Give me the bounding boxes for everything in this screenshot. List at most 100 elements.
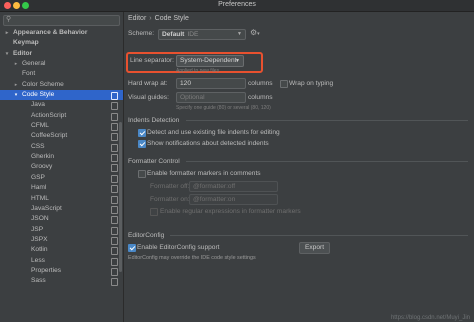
project-settings-icon xyxy=(111,143,118,152)
sidebar-item-label: General xyxy=(22,60,46,68)
hard-wrap-input[interactable]: 120 xyxy=(176,78,246,89)
detect-indents-label: Detect and use existing file indents for… xyxy=(147,129,280,136)
sidebar-item-sass[interactable]: Sass xyxy=(0,276,123,287)
sidebar-item-properties[interactable]: Properties xyxy=(0,266,123,276)
project-settings-icon xyxy=(111,123,118,132)
sidebar-item-label: JavaScript xyxy=(31,204,62,212)
sidebar-item-actionscript[interactable]: ActionScript xyxy=(0,111,123,121)
sidebar-item-label: Code Style xyxy=(22,91,55,99)
sidebar-item-label: Java xyxy=(31,101,45,109)
sidebar-item-coffeescript[interactable]: CoffeeScript xyxy=(0,131,123,142)
detect-indents-checkbox[interactable] xyxy=(138,129,146,137)
sidebar-item-label: CSS xyxy=(31,142,45,150)
sidebar-item-kotlin[interactable]: Kotlin xyxy=(0,245,123,256)
sidebar-item-appearance-behavior[interactable]: ▸ Appearance & Behavior xyxy=(0,28,123,38)
sidebar-item-gsp[interactable]: GSP xyxy=(0,173,123,183)
sidebar-item-jspx[interactable]: JSPX xyxy=(0,235,123,245)
project-settings-icon xyxy=(111,133,118,142)
sidebar-item-label: Haml xyxy=(31,184,47,192)
formatter-off-input[interactable]: @formatter:off xyxy=(189,181,278,192)
window-title: Preferences xyxy=(218,1,256,8)
notify-indents-label: Show notifications about detected indent… xyxy=(147,140,269,147)
sidebar-scrollbar[interactable] xyxy=(119,122,122,272)
editorconfig-note: EditorConfig may override the IDE code s… xyxy=(128,255,256,261)
sidebar-item-css[interactable]: CSS xyxy=(0,142,123,152)
line-separator-hint: Applied to new files xyxy=(176,68,220,74)
line-separator-label: Line separator: xyxy=(130,57,174,64)
sidebar-item-general[interactable]: ▸ General xyxy=(0,59,123,69)
settings-sidebar: ⚲ ▸ Appearance & Behavior Keymap ▾ Editor ▸ Ge… xyxy=(0,12,124,322)
wrap-on-typing-checkbox[interactable] xyxy=(280,80,288,88)
project-settings-icon xyxy=(111,247,118,256)
sidebar-item-haml[interactable]: Haml xyxy=(0,183,123,194)
watermark: https://blog.csdn.net/Muyi_Jin xyxy=(390,315,470,321)
editorconfig-checkbox[interactable] xyxy=(128,244,136,252)
scheme-name: Default xyxy=(162,31,185,38)
sidebar-item-label: Sass xyxy=(31,277,46,285)
sidebar-item-less[interactable]: Less xyxy=(0,256,123,266)
project-settings-icon xyxy=(111,102,118,111)
chevron-right-icon[interactable]: ▸ xyxy=(3,28,11,38)
project-settings-icon xyxy=(111,185,118,194)
indents-section-title: Indents Detection xyxy=(128,117,180,124)
project-settings-icon xyxy=(111,164,118,173)
visual-guides-input[interactable]: Optional xyxy=(176,92,246,103)
sidebar-item-label: Properties xyxy=(31,266,62,274)
sidebar-item-gherkin[interactable]: Gherkin xyxy=(0,152,123,163)
project-settings-icon xyxy=(111,112,118,121)
sidebar-item-groovy[interactable]: Groovy xyxy=(0,162,123,173)
export-button[interactable]: Export xyxy=(299,242,330,254)
settings-search-input[interactable]: ⚲ xyxy=(3,15,120,26)
breadcrumb: Editor › Code Style xyxy=(128,15,189,22)
chevron-down-icon[interactable]: ▾ xyxy=(12,90,20,100)
formatter-markers-checkbox[interactable] xyxy=(138,170,146,178)
project-settings-icon xyxy=(111,205,118,214)
sidebar-item-label: ActionScript xyxy=(31,111,67,119)
project-settings-icon xyxy=(111,257,118,266)
chevron-down-icon: ▼ xyxy=(237,31,242,37)
editorconfig-label: Enable EditorConfig support xyxy=(137,244,220,251)
line-separator-value: System-Dependent xyxy=(180,57,237,64)
sidebar-item-java[interactable]: Java xyxy=(0,100,123,111)
sidebar-item-editor[interactable]: ▾ Editor xyxy=(0,49,123,59)
sidebar-item-jsp[interactable]: JSP xyxy=(0,225,123,235)
project-settings-icon xyxy=(111,174,118,183)
visual-guides-unit: columns xyxy=(248,94,273,101)
hard-wrap-label: Hard wrap at: xyxy=(128,80,168,87)
hard-wrap-unit: columns xyxy=(248,80,273,87)
formatter-section-title: Formatter Control xyxy=(128,158,180,165)
project-settings-icon xyxy=(111,278,118,287)
sidebar-item-cfml[interactable]: CFML xyxy=(0,121,123,132)
chevron-right-icon[interactable]: ▸ xyxy=(12,59,20,69)
formatter-on-input[interactable]: @formatter:on xyxy=(189,194,278,205)
sidebar-item-html[interactable]: HTML xyxy=(0,194,123,204)
breadcrumb-current: Code Style xyxy=(154,15,189,22)
sidebar-item-label: Color Scheme xyxy=(22,80,64,88)
chevron-down-icon[interactable]: ▾ xyxy=(3,49,11,59)
scheme-select[interactable]: Default IDE ▼ xyxy=(158,29,246,40)
sidebar-item-label: CoffeeScript xyxy=(31,132,68,140)
sidebar-item-code-style[interactable]: ▾ Code Style xyxy=(0,90,123,101)
project-settings-icon xyxy=(111,92,118,101)
gear-icon[interactable]: ⚙▾ xyxy=(250,28,260,37)
chevron-right-icon[interactable]: ▸ xyxy=(12,80,20,90)
scheme-label: Scheme: xyxy=(128,30,155,37)
sidebar-item-label: Groovy xyxy=(31,163,53,171)
project-settings-icon xyxy=(111,236,118,245)
sidebar-item-keymap[interactable]: Keymap xyxy=(0,38,123,48)
section-divider xyxy=(186,161,468,162)
regex-markers-checkbox[interactable] xyxy=(150,208,158,216)
sidebar-item-label: Appearance & Behavior xyxy=(13,29,88,36)
project-settings-icon xyxy=(111,226,118,235)
settings-tree: ▸ Appearance & Behavior Keymap ▾ Editor ▸ Gene… xyxy=(0,28,123,287)
sidebar-item-color-scheme[interactable]: ▸ Color Scheme xyxy=(0,80,123,90)
sidebar-item-label: Editor xyxy=(13,49,33,57)
notify-indents-checkbox[interactable] xyxy=(138,140,146,148)
visual-guides-label: Visual guides: xyxy=(128,94,169,101)
sidebar-item-json[interactable]: JSON xyxy=(0,214,123,225)
section-divider xyxy=(170,235,468,236)
formatter-on-label: Formatter on: xyxy=(150,196,190,203)
sidebar-item-font[interactable]: Font xyxy=(0,69,123,79)
line-separator-select[interactable]: System-Dependent ▼ xyxy=(176,55,244,67)
sidebar-item-javascript[interactable]: JavaScript xyxy=(0,204,123,214)
